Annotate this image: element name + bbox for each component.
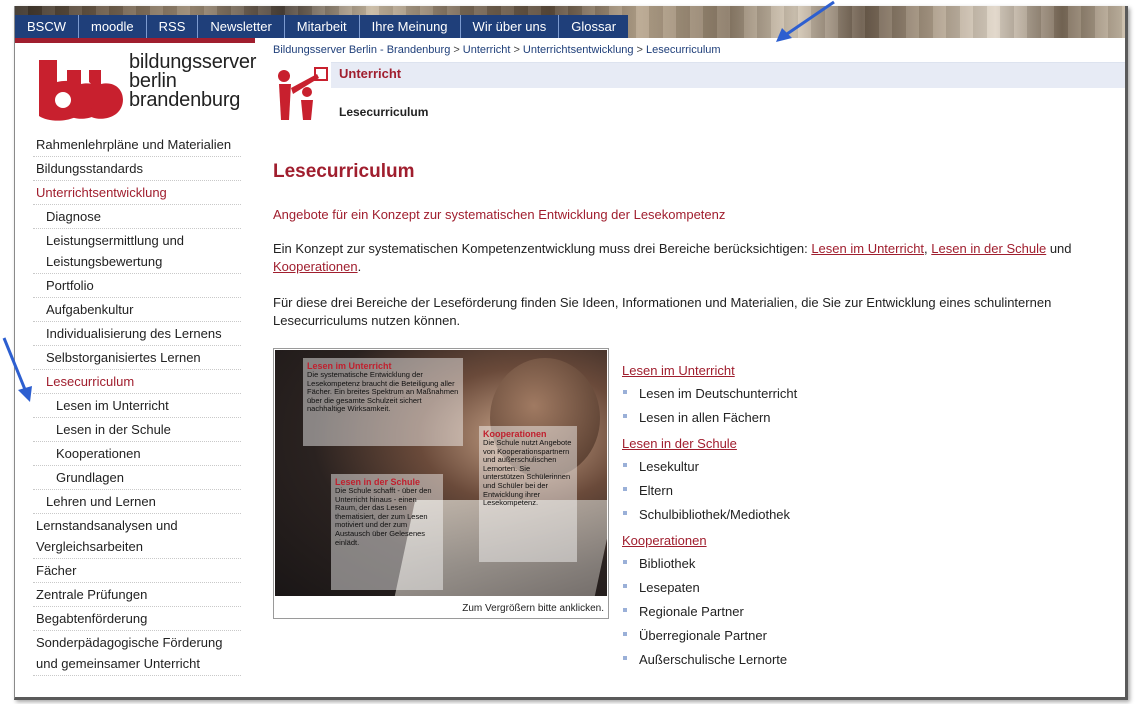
topnav-mitarbeit[interactable]: Mitarbeit <box>285 15 360 38</box>
intro-end: . <box>357 259 362 274</box>
list-item[interactable]: Außerschulische Lernorte <box>622 648 1102 672</box>
teaching-icon <box>278 67 328 120</box>
link-group-kooperationen: Kooperationen Bibliothek Lesepaten Regio… <box>622 533 1102 672</box>
topnav-moodle[interactable]: moodle <box>79 15 147 38</box>
list-item[interactable]: Schulbibliothek/Mediothek <box>622 503 1102 527</box>
breadcrumb-home[interactable]: Bildungsserver Berlin - Brandenburg <box>273 44 450 56</box>
topnav-bscw[interactable]: BSCW <box>15 15 79 38</box>
intro-text: Ein Konzept zur systematischen Kompetenz… <box>273 241 812 256</box>
bbb-logo-icon <box>39 60 123 121</box>
sidebar-item-lesen-in-der-schule[interactable]: Lesen in der Schule <box>33 418 241 442</box>
section-icon-box <box>273 62 331 124</box>
logo-wordmark: bildungsserver berlin brandenburg <box>129 52 256 111</box>
link-lesen-im-unterricht[interactable]: Lesen im Unterricht <box>811 241 924 256</box>
group-link-lesen-in-der-schule[interactable]: Lesen in der Schule <box>622 436 1102 451</box>
section-subtitle: Lesecurriculum <box>339 105 429 119</box>
breadcrumb-unterrichtsentwicklung[interactable]: Unterrichtsentwicklung <box>523 44 634 56</box>
topnav-ihre-meinung[interactable]: Ihre Meinung <box>360 15 461 38</box>
figure-box-kooperationen: Kooperationen Die Schule nutzt Angebote … <box>479 426 577 562</box>
sidebar-item-rahmenlehrplaene[interactable]: Rahmenlehrpläne und Materialien <box>33 133 241 157</box>
page-title: Lesecurriculum <box>273 161 415 182</box>
breadcrumb-unterricht[interactable]: Unterricht <box>463 44 511 56</box>
sidebar-item-aufgabenkultur[interactable]: Aufgabenkultur <box>33 298 241 322</box>
list-item[interactable]: Regionale Partner <box>622 600 1102 624</box>
list-item[interactable]: Lesen im Deutschunterricht <box>622 382 1102 406</box>
sidebar-navigation: Rahmenlehrpläne und Materialien Bildungs… <box>33 133 241 676</box>
list-item[interactable]: Bibliothek <box>622 552 1102 576</box>
topnav-newsletter[interactable]: Newsletter <box>198 15 285 38</box>
topnav-glossar[interactable]: Glossar <box>559 15 628 38</box>
sidebar-item-kooperationen[interactable]: Kooperationen <box>33 442 241 466</box>
list-item[interactable]: Lesen in allen Fächern <box>622 406 1102 430</box>
list-item[interactable]: Lesekultur <box>622 455 1102 479</box>
sidebar-item-unterrichtsentwicklung[interactable]: Unterrichtsentwicklung <box>33 181 241 205</box>
breadcrumb: Bildungsserver Berlin - Brandenburg > Unte… <box>273 44 721 56</box>
sidebar-item-diagnose[interactable]: Diagnose <box>33 205 241 229</box>
sidebar-item-bildungsstandards[interactable]: Bildungsstandards <box>33 157 241 181</box>
sidebar-item-grundlagen[interactable]: Grundlagen <box>33 466 241 490</box>
group-link-lesen-im-unterricht[interactable]: Lesen im Unterricht <box>622 363 1102 378</box>
group-link-kooperationen[interactable]: Kooperationen <box>622 533 1102 548</box>
sidebar-item-lehren-und-lernen[interactable]: Lehren und Lernen <box>33 490 241 514</box>
sidebar-item-begabtenfoerderung[interactable]: Begabtenförderung <box>33 607 241 631</box>
topnav-wir-ueber-uns[interactable]: Wir über uns <box>461 15 560 38</box>
main-content: Lesecurriculum Angebote für ein Konzept … <box>273 156 1123 330</box>
sidebar-item-zentrale-pruefungen[interactable]: Zentrale Prüfungen <box>33 583 241 607</box>
sidebar-item-sonderpaedagogische-foerderung[interactable]: Sonderpädagogische Förderung und gemeins… <box>33 631 241 676</box>
figure-box-lesen-im-unterricht: Lesen im Unterricht Die systematische En… <box>303 358 463 446</box>
figure-box-text: Die systematische Entwicklung der Leseko… <box>307 370 459 414</box>
section-title: Unterricht <box>339 66 402 81</box>
link-lists: Lesen im Unterricht Lesen im Deutschunte… <box>622 363 1102 678</box>
figure-photo: Lesen im Unterricht Die systematische En… <box>275 350 607 596</box>
intro-und: und <box>1046 241 1072 256</box>
topnav-rss[interactable]: RSS <box>147 15 199 38</box>
figure-box-lesen-in-der-schule: Lesen in der Schule Die Schule schafft -… <box>331 474 443 590</box>
link-lesen-in-der-schule[interactable]: Lesen in der Schule <box>931 241 1046 256</box>
breadcrumb-lesecurriculum[interactable]: Lesecurriculum <box>646 44 721 56</box>
browser-page-frame: BSCW moodle RSS Newsletter Mitarbeit Ihr… <box>14 6 1128 700</box>
lead-text: Angebote für ein Konzept zur systematisc… <box>273 207 726 222</box>
sidebar-item-lernstandsanalysen[interactable]: Lernstandsanalysen und Vergleichsarbeite… <box>33 514 241 559</box>
site-logo[interactable]: bildungsserver berlin brandenburg <box>37 52 256 127</box>
sidebar-item-lesen-im-unterricht[interactable]: Lesen im Unterricht <box>33 394 241 418</box>
list-item[interactable]: Lesepaten <box>622 576 1102 600</box>
lesecurriculum-figure[interactable]: Lesen im Unterricht Die systematische En… <box>273 348 609 619</box>
sidebar-item-leistungsermittlung[interactable]: Leistungsermittlung und Leistungsbewertu… <box>33 229 241 274</box>
figure-caption: Zum Vergrößern bitte anklicken. <box>462 603 604 614</box>
annotation-arrow-breadcrumb-icon <box>776 0 835 42</box>
section-header-band <box>273 62 1125 88</box>
list-item[interactable]: Eltern <box>622 479 1102 503</box>
link-group-lesen-in-der-schule: Lesen in der Schule Lesekultur Eltern Sc… <box>622 436 1102 527</box>
figure-box-text: Die Schule schafft - über den Unterricht… <box>335 486 432 547</box>
second-paragraph: Für diese drei Bereiche der Leseförderun… <box>273 295 1052 328</box>
sidebar-item-selbstorganisiertes-lernen[interactable]: Selbstorganisiertes Lernen <box>33 346 241 370</box>
link-group-lesen-im-unterricht: Lesen im Unterricht Lesen im Deutschunte… <box>622 363 1102 430</box>
top-navigation: BSCW moodle RSS Newsletter Mitarbeit Ihr… <box>15 15 629 38</box>
sidebar-item-individualisierung[interactable]: Individualisierung des Lernens <box>33 322 241 346</box>
figure-box-text: Die Schule nutzt Angebote von Kooperatio… <box>483 438 572 508</box>
sidebar-item-portfolio[interactable]: Portfolio <box>33 274 241 298</box>
sidebar-item-lesecurriculum[interactable]: Lesecurriculum <box>33 370 241 394</box>
list-item[interactable]: Überregionale Partner <box>622 624 1102 648</box>
intro-paragraph: Ein Konzept zur systematischen Kompetenz… <box>273 240 1123 276</box>
annotation-arrow-sidebar-icon <box>2 337 32 402</box>
logo-line-3: brandenburg <box>129 89 241 111</box>
link-kooperationen[interactable]: Kooperationen <box>273 259 358 274</box>
header-accent-bar <box>15 38 255 43</box>
sidebar-item-faecher[interactable]: Fächer <box>33 559 241 583</box>
